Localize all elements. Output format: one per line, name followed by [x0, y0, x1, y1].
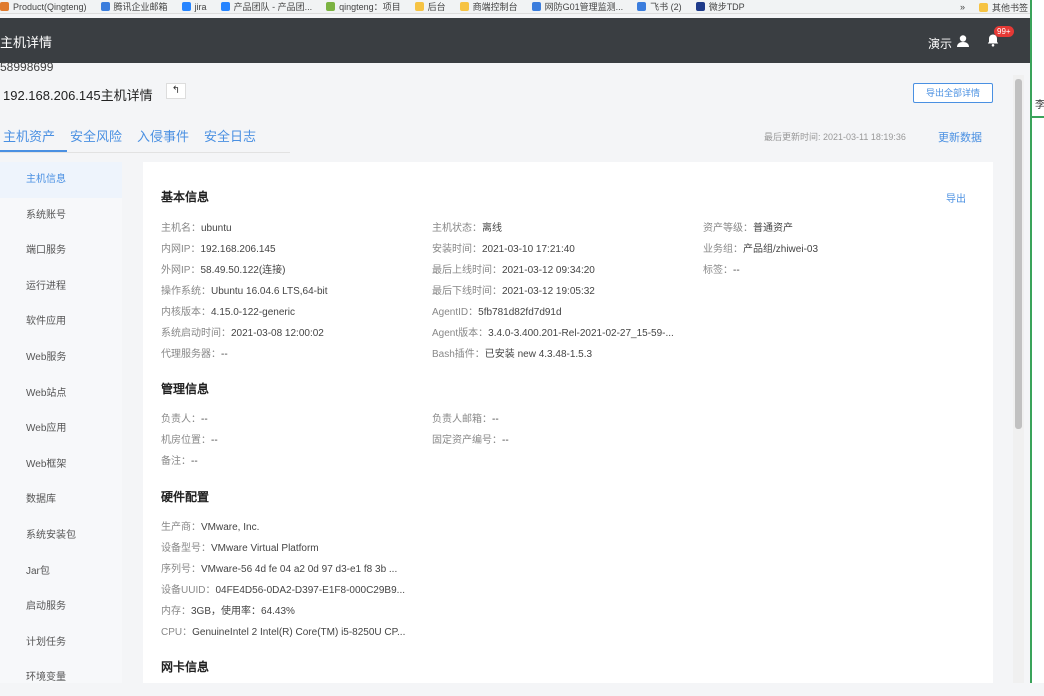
notification-badge: 99+ [994, 26, 1014, 37]
sidebar-item-web-sites[interactable]: Web站点 [0, 376, 122, 412]
user-name[interactable]: 演示 [928, 35, 952, 52]
info-field: 机房位置：-- [161, 435, 218, 446]
info-field: 标签：-- [703, 265, 740, 276]
sidebar-item-web-frameworks[interactable]: Web框架 [0, 447, 122, 483]
info-field: CPU：GenuineIntel 2 Intel(R) Core(TM) i5-… [161, 627, 406, 638]
bookmark-icon [695, 2, 705, 11]
tabs-divider [0, 152, 290, 153]
info-field: 最后下线时间：2021-03-12 19:05:32 [432, 286, 595, 297]
bookmarks-overflow: » 其他书签 [960, 0, 1028, 14]
info-field: 负责人邮箱：-- [432, 414, 499, 425]
info-field: 内网IP：192.168.206.145 [161, 244, 276, 255]
info-field: 业务组：产品组/zhiwei-03 [703, 244, 819, 255]
sidebar-item-port-services[interactable]: 端口服务 [0, 233, 122, 269]
bookmark-icon [181, 2, 191, 11]
bookmarks-more-button[interactable]: » [960, 2, 965, 12]
bookmarks-bar: Product(Qingteng) 腾讯企业邮箱 jira 产品团队 - 产品团… [0, 0, 1030, 14]
user-id-text: 58998699 [0, 60, 54, 74]
bookmark-icon [100, 2, 110, 11]
tab-host-assets[interactable]: 主机资产 [0, 118, 68, 152]
info-field: 内核版本：4.15.0-122-generic [161, 307, 295, 318]
sidebar-item-processes[interactable]: 运行进程 [0, 269, 122, 305]
info-field: 资产等级：普通资产 [703, 223, 793, 234]
bookmark-item[interactable]: jira [181, 2, 207, 12]
info-field: AgentID：5fb781d82fd7d91d [432, 307, 562, 318]
tab-security-logs[interactable]: 安全日志 [201, 118, 268, 152]
basic-info-heading: 基本信息 [161, 190, 210, 204]
sidebar-item-startup-services[interactable]: 启动服务 [0, 589, 122, 625]
scrollbar-thumb[interactable] [1015, 79, 1022, 429]
info-field: 负责人：-- [161, 414, 208, 425]
info-field: 最后上线时间：2021-03-12 09:34:20 [432, 265, 595, 276]
bookmark-icon [531, 2, 541, 11]
tab-intrusion-events[interactable]: 入侵事件 [134, 118, 201, 152]
info-field: 备注：-- [161, 456, 198, 467]
header-title: 主机详情 [0, 35, 53, 50]
side-window-strip: 李 [1030, 0, 1044, 683]
sidebar-item-host-info[interactable]: 主机信息 [0, 162, 122, 198]
bookmark-icon [637, 2, 647, 11]
info-field: 主机名：ubuntu [161, 223, 232, 234]
user-icon[interactable] [956, 34, 970, 48]
info-field: 操作系统：Ubuntu 16.04.6 LTS,64-bit [161, 286, 328, 297]
info-field: 代理服务器：-- [161, 349, 228, 360]
sidebar-item-scheduled-tasks[interactable]: 计划任务 [0, 625, 122, 661]
sidebar-item-jar-packages[interactable]: Jar包 [0, 554, 122, 590]
sidebar-item-software[interactable]: 软件应用 [0, 304, 122, 340]
sidebar-item-databases[interactable]: 数据库 [0, 482, 122, 518]
page-title: 192.168.206.145主机详情 [3, 88, 153, 103]
bookmark-item[interactable]: 网防G01管理监测... [531, 0, 623, 13]
sidebar-item-web-apps[interactable]: Web应用 [0, 411, 122, 447]
sidebar-item-system-accounts[interactable]: 系统账号 [0, 198, 122, 234]
bookmark-item[interactable]: 商端控制台 [459, 0, 518, 13]
info-field: 设备UUID：04FE4D56-0DA2-D397-E1F8-000C29B9.… [161, 585, 405, 596]
bookmark-item[interactable]: 产品团队 - 产品团... [220, 0, 312, 13]
bookmark-item[interactable]: 微步TDP [695, 0, 745, 13]
management-info-heading: 管理信息 [161, 382, 210, 396]
info-field: Bash插件：已安装 new 4.3.48-1.5.3 [432, 349, 593, 360]
nic-info-heading: 网卡信息 [161, 660, 210, 674]
export-link[interactable]: 导出 [946, 190, 966, 205]
info-field: 固定资产编号：-- [432, 435, 509, 446]
info-field: 设备型号：VMware Virtual Platform [161, 543, 319, 554]
bookmark-item[interactable]: 腾讯企业邮箱 [100, 0, 168, 13]
top-header: 主机详情 演示 99+ [0, 18, 1030, 63]
tab-security-risk[interactable]: 安全风险 [67, 118, 134, 152]
info-field: 系统启动时间：2021-03-08 12:00:02 [161, 328, 324, 339]
sidebar: 主机信息 系统账号 端口服务 运行进程 软件应用 Web服务 Web站点 Web… [0, 162, 122, 683]
info-field: Agent版本：3.4.0-3.400.201-Rel-2021-02-27_1… [432, 328, 674, 339]
other-bookmarks[interactable]: 其他书签 [978, 1, 1028, 14]
folder-icon [459, 2, 469, 11]
page-scrollbar[interactable] [1013, 75, 1024, 683]
info-field: 主机状态：离线 [432, 223, 502, 234]
sidebar-item-web-services[interactable]: Web服务 [0, 340, 122, 376]
info-field: 生产商：VMware, Inc. [161, 522, 260, 533]
sidebar-item-env-vars[interactable]: 环境变量 [0, 660, 122, 696]
host-info-panel: 基本信息 导出 主机名：ubuntu 内网IP：192.168.206.145 … [143, 162, 993, 683]
hardware-config-heading: 硬件配置 [161, 490, 210, 504]
tab-bar: 主机资产 安全风险 入侵事件 安全日志 [0, 118, 268, 152]
side-window-text: 李 [1035, 100, 1044, 111]
bookmark-item[interactable]: 后台 [414, 0, 446, 13]
bookmark-icon [220, 2, 230, 11]
refresh-data-button[interactable]: 更新数据 [938, 129, 982, 145]
bookmark-item[interactable]: Product(Qingteng) [0, 2, 87, 12]
bookmark-item[interactable]: 飞书 (2) [637, 0, 682, 13]
info-field: 序列号：VMware-56 4d fe 04 a2 0d 97 d3-e1 f8… [161, 564, 398, 575]
export-all-button[interactable]: 导出全部详情 [913, 83, 993, 103]
sidebar-item-system-packages[interactable]: 系统安装包 [0, 518, 122, 554]
folder-icon [414, 2, 424, 11]
bookmark-item[interactable]: qingteng：项目 [326, 0, 401, 13]
folder-icon [978, 2, 988, 12]
info-field: 内存：3GB，使用率：64.43% [161, 606, 295, 617]
info-field: 外网IP：58.49.50.122(连接) [161, 265, 286, 276]
info-field: 安装时间：2021-03-10 17:21:40 [432, 244, 575, 255]
bookmark-icon [0, 2, 9, 11]
bookmark-icon [326, 2, 336, 11]
last-update-time: 最后更新时间: 2021-03-11 18:19:36 [764, 132, 906, 142]
back-button[interactable]: ↰ [166, 83, 186, 99]
